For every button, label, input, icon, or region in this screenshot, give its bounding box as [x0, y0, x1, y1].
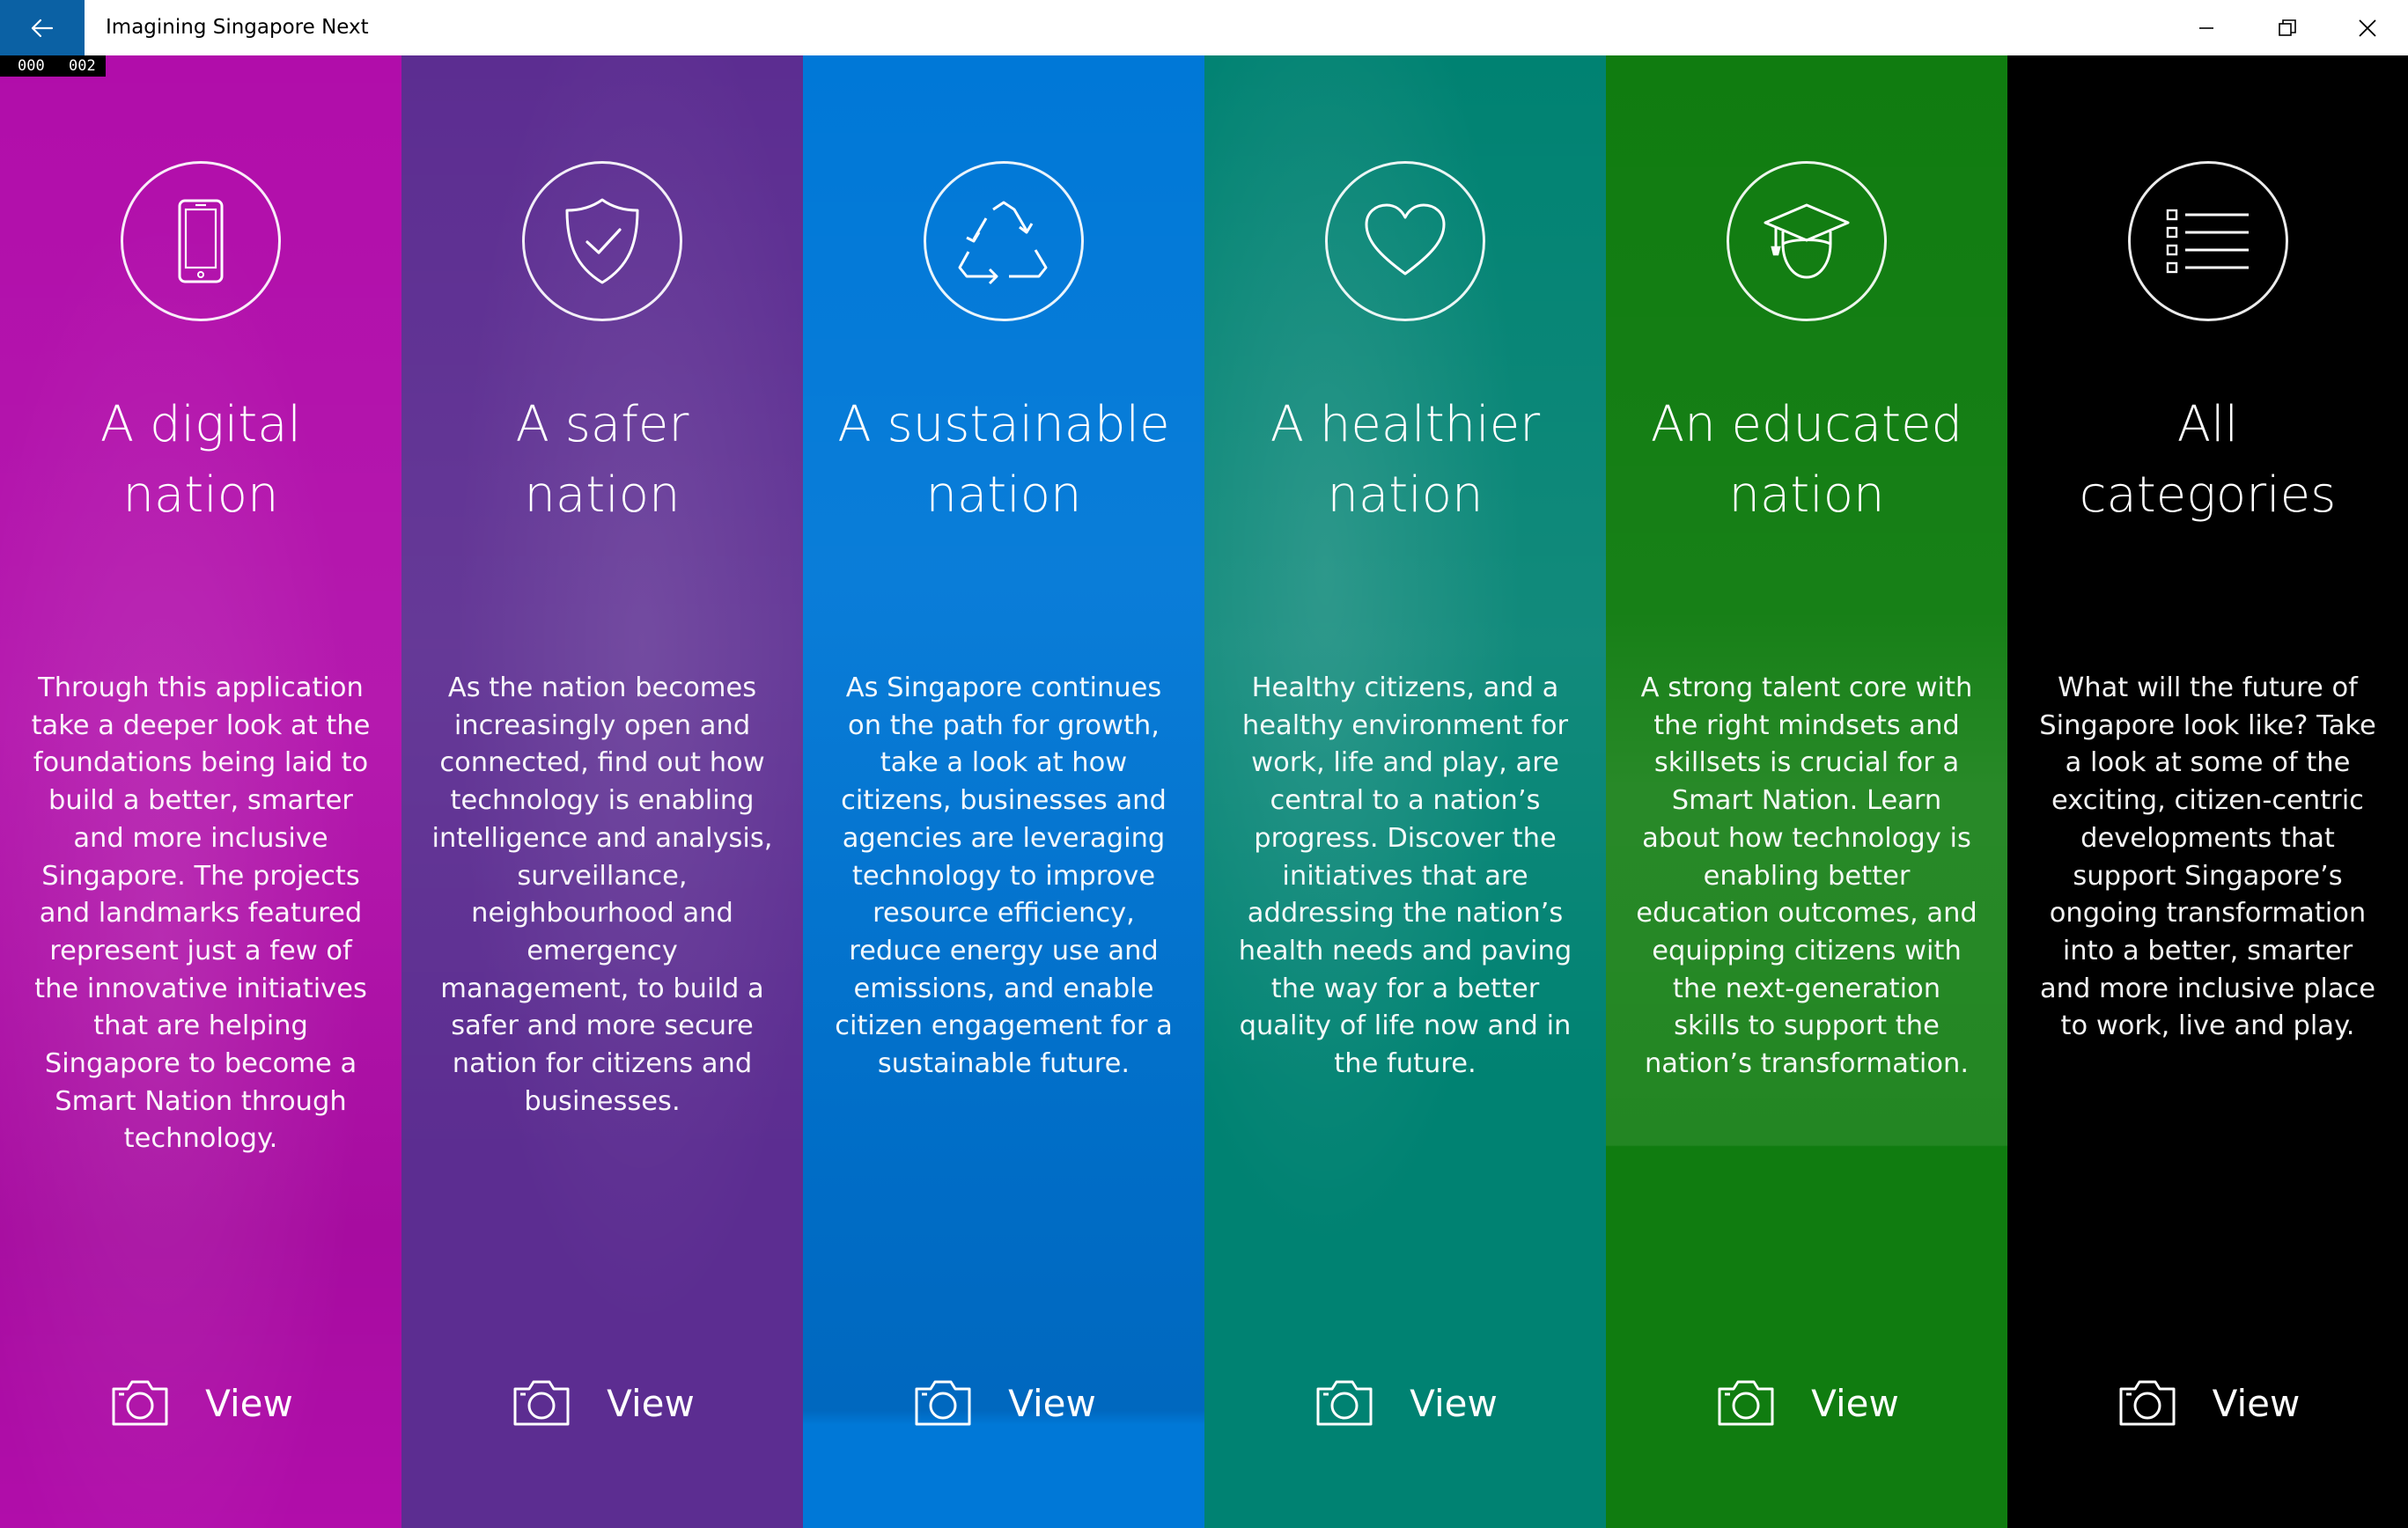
graduate-icon	[1764, 203, 1850, 279]
panel-title-line2: nation	[1728, 466, 1885, 524]
restore-button[interactable]	[2247, 0, 2328, 55]
panel-title-line1: An educated	[1650, 396, 1963, 453]
camera-icon	[513, 1380, 570, 1426]
icon-ring	[2127, 161, 2288, 321]
view-button[interactable]: View	[803, 1368, 1204, 1438]
panel-safer-nation[interactable]: A safer nation As the nation becomes inc…	[401, 55, 803, 1528]
panel-description: As Singapore continues on the path for g…	[835, 672, 1173, 1080]
view-label: View	[2212, 1381, 2301, 1425]
panel-all-categories[interactable]: All categories What will the future of S…	[2007, 55, 2408, 1528]
panel-title-line2: nation	[122, 466, 279, 524]
panel-title-line2: categories	[2079, 466, 2337, 524]
back-arrow-icon	[31, 18, 54, 37]
panel-description: As the nation becomes increasingly open …	[431, 672, 773, 1117]
view-label: View	[1410, 1381, 1498, 1425]
panel-digital-nation[interactable]: A digital nation Through this applicatio…	[0, 55, 401, 1528]
heart-icon	[1365, 203, 1446, 275]
close-button[interactable]	[2327, 0, 2408, 55]
panel-description: A strong talent core with the right mind…	[1636, 672, 1977, 1080]
phone-icon	[178, 199, 224, 283]
panel-sustainable-nation[interactable]: A sustainable nation As Singapore contin…	[803, 55, 1204, 1528]
frame-counter-b: 002	[69, 57, 96, 75]
icon-ring	[924, 161, 1084, 321]
close-icon	[2359, 18, 2376, 37]
panel-title: An educated nation	[1606, 390, 2007, 531]
view-label: View	[205, 1381, 293, 1425]
panel-title-line1: A healthier	[1270, 396, 1541, 453]
camera-icon	[915, 1380, 971, 1426]
window-title: Imagining Singapore Next	[106, 16, 369, 39]
panel-title-line1: A sustainable	[837, 396, 1170, 453]
minimize-button[interactable]	[2166, 0, 2247, 55]
frame-counter-a: 000	[18, 57, 45, 75]
list-icon	[2166, 209, 2249, 274]
shield-check-icon	[565, 198, 639, 284]
view-button[interactable]: View	[401, 1368, 803, 1438]
panel-healthier-nation[interactable]: A healthier nation Healthy citizens, and…	[1204, 55, 1606, 1528]
panel-title: A safer nation	[401, 390, 803, 531]
camera-icon	[1316, 1380, 1373, 1426]
view-label: View	[1008, 1381, 1096, 1425]
panel-title-line1: All	[2176, 396, 2239, 453]
restore-icon	[2279, 18, 2296, 36]
back-button[interactable]	[0, 0, 85, 55]
icon-ring	[121, 161, 281, 321]
panel-title-line1: A digital	[99, 396, 302, 453]
camera-icon	[112, 1380, 168, 1426]
camera-icon	[1718, 1380, 1774, 1426]
panel-title: All categories	[2007, 390, 2408, 531]
camera-icon	[2119, 1380, 2176, 1426]
panel-description: Through this application take a deeper l…	[31, 672, 371, 1155]
view-button[interactable]: View	[0, 1368, 401, 1438]
panel-title: A digital nation	[0, 390, 401, 531]
view-label: View	[1811, 1381, 1899, 1425]
view-label: View	[607, 1381, 695, 1425]
view-button[interactable]: View	[1606, 1368, 2007, 1438]
panel-title-line2: nation	[925, 466, 1082, 524]
panel-title: A healthier nation	[1204, 390, 1606, 531]
panel-description: What will the future of Singapore look l…	[2039, 672, 2376, 1042]
panel-title: A sustainable nation	[803, 390, 1204, 531]
minimize-icon	[2199, 26, 2213, 29]
panel-educated-nation[interactable]: An educated nation A strong talent core …	[1606, 55, 2007, 1528]
category-panels: A digital nation Through this applicatio…	[0, 55, 2408, 1528]
icon-ring	[1325, 161, 1485, 321]
frame-counter: 000 002	[0, 55, 106, 77]
recycle-icon	[958, 201, 1048, 285]
panel-title-line1: A safer	[515, 396, 689, 453]
icon-ring	[522, 161, 682, 321]
view-button[interactable]: View	[2007, 1368, 2408, 1438]
panel-description: Healthy citizens, and a healthy environm…	[1238, 672, 1572, 1080]
panel-title-line2: nation	[524, 466, 681, 524]
title-bar: Imagining Singapore Next	[0, 0, 2408, 55]
icon-ring	[1727, 161, 1887, 321]
view-button[interactable]: View	[1204, 1368, 1606, 1438]
panel-title-line2: nation	[1327, 466, 1484, 524]
